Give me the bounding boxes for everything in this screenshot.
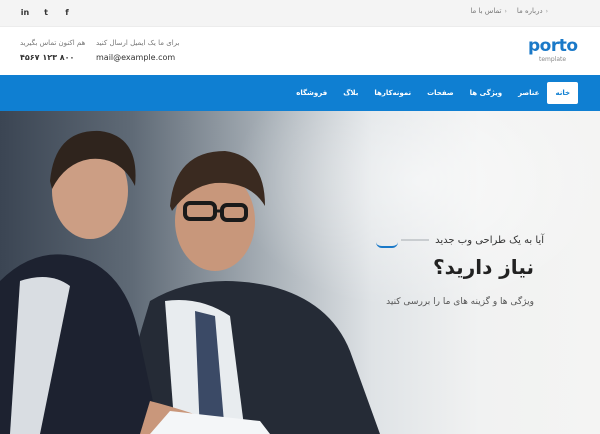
contact-phone: هم اکنون تماس بگیرید ۸۰۰ ۱۲۳ ۴۵۶۷ [20, 39, 85, 62]
phone-label: هم اکنون تماس بگیرید [20, 39, 86, 47]
email-label: برای ما یک ایمیل ارسال کنید [96, 39, 180, 47]
email-address[interactable]: mail@example.com [96, 53, 179, 62]
nav-item-elements[interactable]: عناصر [510, 82, 547, 104]
site-logo[interactable]: porto template [528, 36, 584, 64]
facebook-icon[interactable]: f [62, 7, 72, 19]
nav-item-blog[interactable]: بلاگ [335, 82, 366, 104]
chevron-left-icon: ‹ [504, 7, 507, 15]
phone-number[interactable]: ۸۰۰ ۱۲۳ ۴۵۶۷ [20, 53, 85, 62]
main-nav: خانه عناصر ویژگی ها صفحات نمونه‌کارها بل… [0, 75, 600, 111]
logo-wordmark: porto [528, 36, 578, 56]
nav-item-pages[interactable]: صفحات [419, 82, 462, 104]
top-bar: in t f ‹ درباره ما ‹ تماس با ما [0, 0, 600, 27]
nav-item-features[interactable]: ویژگی ها [462, 82, 510, 104]
social-links: in t f [20, 7, 72, 19]
top-link-contact-label: تماس با ما [470, 7, 502, 15]
nav-item-home[interactable]: خانه [547, 82, 578, 104]
logo-tagline: template [539, 56, 567, 63]
top-link-about-label: درباره ما [516, 7, 543, 15]
hero-headline: نیاز دارید؟ [433, 255, 534, 279]
top-link-contact[interactable]: ‹ تماس با ما [470, 7, 507, 15]
site-header: هم اکنون تماس بگیرید ۸۰۰ ۱۲۳ ۴۵۶۷ برای م… [0, 27, 600, 75]
hero-line1-rule [401, 239, 430, 241]
hero-line1-text: آیا به یک طراحی وب جدید [435, 234, 544, 246]
hero-slider: آیا به یک طراحی وب جدید نیاز دارید؟ ویژگ… [0, 111, 600, 434]
twitter-icon[interactable]: t [41, 7, 51, 19]
top-links: ‹ درباره ما ‹ تماس با ما [470, 7, 548, 15]
nav-items: خانه عناصر ویژگی ها صفحات نمونه‌کارها بل… [288, 82, 578, 104]
top-link-about[interactable]: ‹ درباره ما [517, 7, 548, 15]
chevron-left-icon: ‹ [545, 7, 548, 15]
contact-email: برای ما یک ایمیل ارسال کنید mail@example… [96, 39, 179, 62]
hero-underline [376, 242, 398, 248]
hero-subtitle: ویژگی ها و گزینه های ما را بررسی کنید [386, 297, 534, 307]
nav-item-portfolio[interactable]: نمونه‌کارها [366, 82, 419, 104]
hero-line-1: آیا به یک طراحی وب جدید [401, 232, 544, 248]
linkedin-icon[interactable]: in [20, 7, 30, 19]
nav-item-shop[interactable]: فروشگاه [288, 82, 335, 104]
